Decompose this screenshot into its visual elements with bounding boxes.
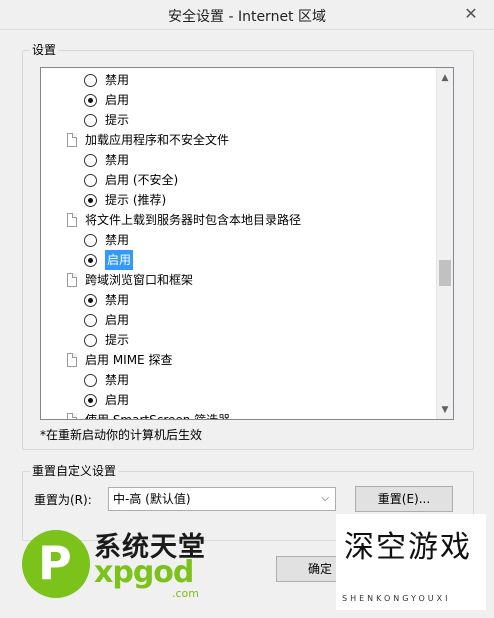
radio-unchecked[interactable] xyxy=(84,234,97,247)
setting-option[interactable]: 提示 (推荐) xyxy=(41,190,437,210)
setting-option[interactable]: 启用 xyxy=(41,310,437,330)
setting-option-label: 禁用 xyxy=(105,373,130,387)
setting-option-label: 启用 xyxy=(105,93,130,107)
setting-option-label: 启用 xyxy=(105,313,130,327)
radio-checked[interactable] xyxy=(84,194,97,207)
setting-option[interactable]: 启用 xyxy=(41,90,437,110)
xpgod-watermark-com: .com xyxy=(172,587,199,600)
close-icon[interactable]: ✕ xyxy=(460,4,482,24)
setting-header-label: 跨域浏览窗口和框架 xyxy=(85,273,194,287)
setting-option[interactable]: 禁用 xyxy=(41,370,437,390)
setting-option[interactable]: 启用 (不安全) xyxy=(41,170,437,190)
scroll-thumb[interactable] xyxy=(439,260,451,286)
setting-header-label: 启用 MIME 探查 xyxy=(85,353,173,367)
radio-checked[interactable] xyxy=(84,254,97,267)
setting-header-label: 加载应用程序和不安全文件 xyxy=(85,133,230,147)
setting-header: 启用 MIME 探查 xyxy=(41,350,437,370)
radio-checked[interactable] xyxy=(84,394,97,407)
scroll-up-icon[interactable]: ▲ xyxy=(437,70,453,86)
chevron-down-icon: ⌵ xyxy=(321,493,329,504)
reset-to-label: 重置为(R): xyxy=(34,493,92,507)
radio-unchecked[interactable] xyxy=(84,154,97,167)
setting-header-label: 将文件上载到服务器时包含本地目录路径 xyxy=(85,213,302,227)
settings-list[interactable]: 禁用 启用 提示 加载应用程序和不安全文件 禁用 启用 (不安全) 提示 (推荐) 将文件上载… xyxy=(40,67,454,420)
scroll-down-icon[interactable]: ▼ xyxy=(437,402,453,418)
setting-header-label: 使用 SmartScreen 筛选器 xyxy=(85,413,231,420)
radio-unchecked[interactable] xyxy=(84,334,97,347)
restart-note: *在重新启动你的计算机后生效 xyxy=(40,428,203,442)
window-title: 安全设置 - Internet 区域 xyxy=(168,9,326,25)
xpgod-watermark-en: xpgod xyxy=(94,555,194,590)
security-level-value: 中-高 (默认值) xyxy=(113,492,191,506)
xpgod-logo-icon: P xyxy=(22,530,90,598)
settings-group-label: 设置 xyxy=(30,41,59,58)
setting-header: 使用 SmartScreen 筛选器 xyxy=(41,410,437,420)
setting-option-label: 禁用 xyxy=(105,73,130,87)
setting-option[interactable]: 禁用 xyxy=(41,150,437,170)
title-bar: 安全设置 - Internet 区域 ✕ xyxy=(0,0,494,30)
radio-checked[interactable] xyxy=(84,294,97,307)
document-icon xyxy=(67,213,77,227)
document-icon xyxy=(67,273,77,287)
xpgod-watermark: P 系统天堂 xpgod .com xyxy=(22,525,222,603)
setting-option[interactable]: 禁用 xyxy=(41,290,437,310)
setting-option-label: 禁用 xyxy=(105,233,130,247)
setting-option[interactable]: 提示 xyxy=(41,330,437,350)
setting-option-label: 提示 xyxy=(105,333,130,347)
reset-button[interactable]: 重置(E)... xyxy=(355,486,453,512)
setting-option-label: 启用 (不安全) xyxy=(105,173,179,187)
setting-option[interactable]: 启用 xyxy=(41,250,437,270)
document-icon xyxy=(67,413,77,419)
setting-option-label: 提示 xyxy=(105,113,130,127)
reset-group-label: 重置自定义设置 xyxy=(30,462,119,479)
setting-option[interactable]: 禁用 xyxy=(41,70,437,90)
security-level-select[interactable]: 中-高 (默认值) ⌵ xyxy=(108,487,336,511)
document-icon xyxy=(67,353,77,367)
setting-header: 跨域浏览窗口和框架 xyxy=(41,270,437,290)
setting-header: 将文件上载到服务器时包含本地目录路径 xyxy=(41,210,437,230)
setting-option[interactable]: 提示 xyxy=(41,110,437,130)
shenkong-watermark-cn: 深空游戏 xyxy=(344,530,472,565)
shenkong-watermark-en: SHENKONGYOUXI xyxy=(342,594,451,603)
radio-unchecked[interactable] xyxy=(84,174,97,187)
document-icon xyxy=(67,133,77,147)
setting-option-label: 禁用 xyxy=(105,293,130,307)
setting-option-label: 提示 (推荐) xyxy=(105,193,167,207)
setting-option[interactable]: 启用 xyxy=(41,390,437,410)
setting-option-label: 禁用 xyxy=(105,153,130,167)
radio-unchecked[interactable] xyxy=(84,114,97,127)
setting-header: 加载应用程序和不安全文件 xyxy=(41,130,437,150)
vertical-scrollbar[interactable]: ▲ ▼ xyxy=(436,68,453,419)
radio-unchecked[interactable] xyxy=(84,314,97,327)
setting-option-label: 启用 xyxy=(105,250,134,270)
shenkong-watermark: 深空游戏 SHENKONGYOUXI xyxy=(336,514,486,610)
radio-checked[interactable] xyxy=(84,94,97,107)
radio-unchecked[interactable] xyxy=(84,374,97,387)
setting-option[interactable]: 禁用 xyxy=(41,230,437,250)
setting-option-label: 启用 xyxy=(105,393,130,407)
radio-unchecked[interactable] xyxy=(84,74,97,87)
